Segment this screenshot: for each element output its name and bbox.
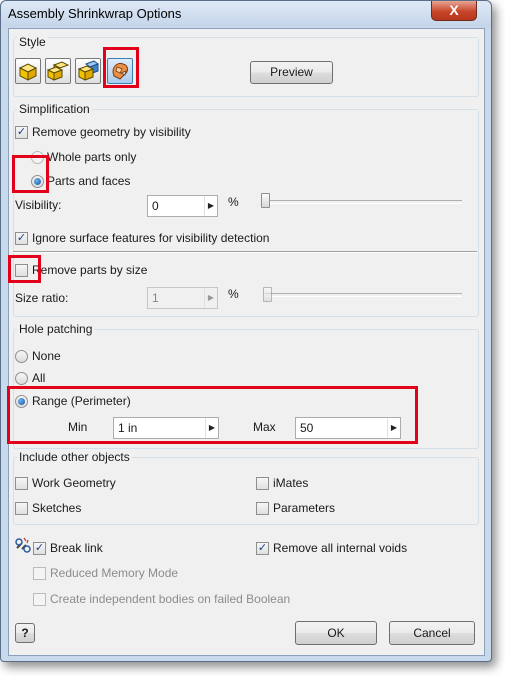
hole-patching-none-radio[interactable] — [15, 350, 28, 363]
dialog-window: Assembly Shrinkwrap Options X Style Prev… — [0, 0, 492, 662]
size-ratio-unit: % — [228, 287, 239, 301]
simplification-divider — [13, 251, 477, 253]
visibility-slider-track[interactable] — [265, 200, 462, 204]
help-icon: ? — [21, 626, 29, 640]
close-button[interactable]: X — [431, 1, 477, 21]
preview-button[interactable]: Preview — [250, 61, 333, 84]
window-title: Assembly Shrinkwrap Options — [8, 6, 182, 21]
visibility-slider-thumb[interactable] — [261, 193, 270, 208]
hole-patching-all-label: All — [32, 371, 46, 385]
size-ratio-slider-track[interactable] — [265, 293, 462, 297]
visibility-unit: % — [228, 195, 239, 209]
include-other-objects-group — [13, 457, 479, 525]
remove-internal-voids-label: Remove all internal voids — [273, 541, 408, 555]
imates-label: iMates — [273, 476, 309, 490]
visibility-value: 0 — [152, 199, 159, 213]
parameters-label: Parameters — [273, 501, 336, 515]
size-ratio-slider-thumb[interactable] — [263, 287, 272, 302]
reduced-memory-mode-checkbox[interactable] — [33, 567, 46, 580]
remove-internal-voids-checkbox[interactable]: ✓ — [256, 542, 269, 555]
remove-parts-by-size-label: Remove parts by size — [32, 263, 148, 277]
remove-none-style-button[interactable] — [15, 58, 41, 84]
create-independent-bodies-checkbox[interactable] — [33, 593, 46, 606]
parts-and-faces-label: Parts and faces — [47, 174, 131, 188]
single-solid-no-seams-style-button[interactable] — [75, 58, 101, 84]
style-group-label: Style — [17, 35, 48, 49]
size-ratio-spinner[interactable]: 1 ▶ — [147, 287, 218, 309]
remove-parts-by-size-highlight — [8, 255, 41, 283]
sketches-label: Sketches — [32, 501, 82, 515]
visibility-spinner[interactable]: 0 ▶ — [147, 195, 218, 217]
hole-patching-none-label: None — [32, 349, 61, 363]
single-solid-no-seams-style-icon — [77, 60, 100, 81]
remove-geometry-by-visibility-label: Remove geometry by visibility — [32, 125, 191, 139]
simplification-group — [13, 109, 479, 317]
ignore-surface-features-label: Ignore surface features for visibility d… — [32, 231, 270, 245]
title-bar[interactable]: Assembly Shrinkwrap Options X — [1, 1, 491, 27]
hole-patching-group-label: Hole patching — [17, 322, 95, 336]
simplification-group-label: Simplification — [17, 102, 92, 116]
whole-parts-only-label: Whole parts only — [47, 150, 137, 164]
break-link-icon — [15, 537, 31, 553]
break-link-checkbox[interactable]: ✓ — [33, 542, 46, 555]
work-geometry-label: Work Geometry — [32, 476, 116, 490]
cancel-button[interactable]: Cancel — [389, 621, 475, 645]
parameters-checkbox[interactable] — [256, 502, 269, 515]
parts-and-faces-highlight — [12, 155, 49, 193]
hole-patching-all-radio[interactable] — [15, 372, 28, 385]
range-perimeter-highlight — [7, 386, 418, 444]
spinner-arrow-icon[interactable]: ▶ — [204, 196, 217, 216]
break-link-label: Break link — [50, 541, 103, 555]
spinner-arrow-icon[interactable]: ▶ — [204, 288, 217, 308]
include-other-objects-group-label: Include other objects — [17, 450, 132, 464]
help-button[interactable]: ? — [15, 623, 35, 643]
multiple-solid-style-highlight — [103, 47, 139, 88]
remove-geometry-by-visibility-checkbox[interactable]: ✓ — [15, 126, 28, 139]
size-ratio-label: Size ratio: — [15, 291, 69, 305]
single-solid-merged-style-icon — [46, 61, 70, 81]
ok-button[interactable]: OK — [295, 621, 377, 645]
create-independent-bodies-label: Create independent bodies on failed Bool… — [50, 592, 291, 606]
single-solid-merged-style-button[interactable] — [45, 58, 71, 84]
remove-none-style-icon — [18, 63, 38, 81]
close-icon: X — [449, 2, 459, 18]
dialog-client-area: Style Preview Simplification ✓ Remove ge… — [8, 28, 485, 656]
visibility-label: Visibility: — [15, 198, 62, 212]
reduced-memory-mode-label: Reduced Memory Mode — [50, 566, 179, 580]
ignore-surface-features-checkbox[interactable]: ✓ — [15, 232, 28, 245]
imates-checkbox[interactable] — [256, 477, 269, 490]
sketches-checkbox[interactable] — [15, 502, 28, 515]
size-ratio-value: 1 — [152, 291, 159, 305]
work-geometry-checkbox[interactable] — [15, 477, 28, 490]
